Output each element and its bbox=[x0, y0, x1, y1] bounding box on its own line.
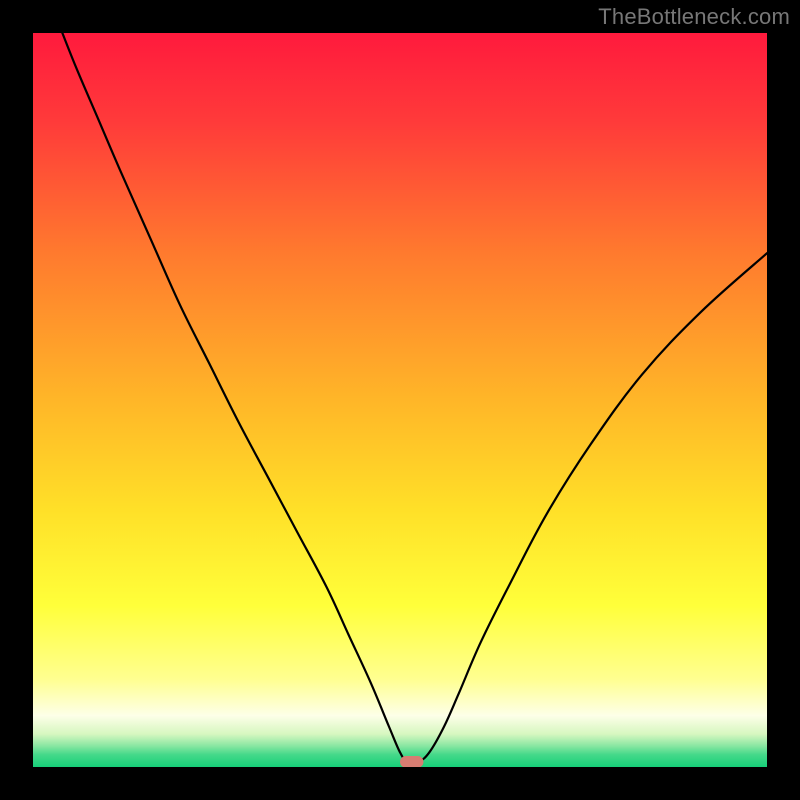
optimal-marker bbox=[400, 756, 423, 767]
gradient-background bbox=[33, 33, 767, 767]
chart-frame: TheBottleneck.com bbox=[0, 0, 800, 800]
watermark-text: TheBottleneck.com bbox=[598, 4, 790, 30]
bottleneck-plot bbox=[33, 33, 767, 767]
